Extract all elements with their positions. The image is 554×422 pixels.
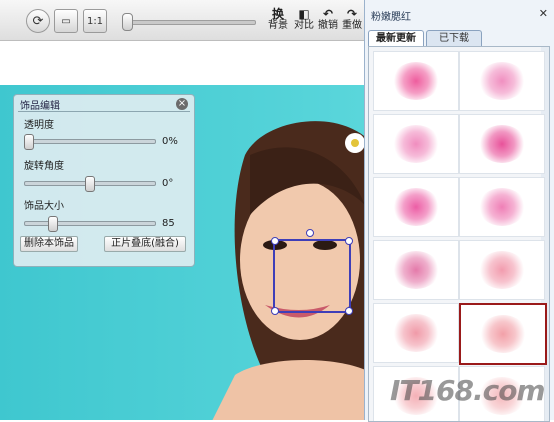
close-icon: ✕ [538,7,548,20]
size-label: 饰品大小 [24,201,64,212]
zoom-slider-track[interactable] [126,20,256,25]
blush-swatch [392,125,440,163]
resize-handle[interactable] [345,237,353,245]
panel-close-button[interactable]: ✕ [539,7,548,20]
resize-handle[interactable] [271,237,279,245]
blush-swatch [478,62,526,100]
blush-swatch [392,62,440,100]
rotation-label: 旋转角度 [24,161,64,172]
blush-swatch [392,251,440,289]
divider [18,111,190,112]
change-background-button[interactable]: 换 背景 [266,8,290,36]
delete-accessory-button[interactable]: 删除本饰品 [20,236,78,252]
redo-label: 重做 [342,20,362,31]
size-slider[interactable] [24,221,156,226]
thumbnail-grid [368,46,550,422]
blush-thumbnail[interactable] [459,51,545,111]
accessory-selection-box[interactable] [271,229,353,315]
close-icon: × [177,98,187,109]
blush-swatch [392,188,440,226]
blush-swatch [478,125,526,163]
opacity-slider-knob[interactable] [24,134,34,150]
redo-button[interactable]: ↷ 重做 [340,8,364,36]
compare-button[interactable]: ◧ 对比 [292,8,316,36]
actual-size-label: 1:1 [86,15,104,27]
blush-thumbnail[interactable] [459,177,545,237]
watermark: IT168.com [390,374,546,407]
blush-thumbnail[interactable] [373,177,459,237]
undo-icon: ↶ [322,7,334,21]
blush-swatch [392,314,440,352]
refresh-icon: ⟳ [32,13,44,29]
blush-thumbnail[interactable] [373,303,459,363]
tab-latest[interactable]: 最新更新 [368,30,424,46]
compare-label: 对比 [294,20,314,31]
blush-swatch [479,315,527,353]
blush-thumbnail[interactable] [459,240,545,300]
undo-button[interactable]: ↶ 撤销 [316,8,340,36]
blush-library-panel: 粉嫩腮红 ✕ 最新更新 已下载 [364,0,554,422]
blush-swatch [478,251,526,289]
tab-downloaded[interactable]: 已下载 [426,30,482,46]
blush-thumbnail[interactable] [459,114,545,174]
accessory-editor-panel: 饰品编辑 × 透明度 0% 旋转角度 0° 饰品大小 85 删除本饰品 正片叠底… [13,94,195,267]
rotate-handle[interactable] [306,229,314,237]
blush-thumbnail[interactable] [373,240,459,300]
panel-title: 粉嫩腮红 [371,12,411,23]
opacity-value: 0% [162,136,178,147]
blush-thumbnail[interactable] [373,51,459,111]
blush-swatch [478,188,526,226]
undo-label: 撤销 [318,20,338,31]
rotation-slider-knob[interactable] [85,176,95,192]
refresh-button[interactable]: ⟳ [26,9,50,33]
actual-size-button[interactable]: 1:1 [83,9,107,33]
monitor-icon: ▭ [61,15,71,27]
opacity-slider[interactable] [24,139,156,144]
resize-handle[interactable] [271,307,279,315]
change-background-label: 背景 [268,20,288,31]
zoom-slider-knob[interactable] [122,13,133,31]
size-value: 85 [162,218,175,229]
monitor-button[interactable]: ▭ [54,9,78,33]
editor-title: 饰品编辑 [20,101,60,112]
opacity-label: 透明度 [24,120,54,131]
redo-icon: ↷ [346,7,358,21]
resize-handle[interactable] [345,307,353,315]
blush-thumbnail[interactable] [373,114,459,174]
compare-icon: ◧ [298,7,310,21]
change-background-icon: 换 [271,7,284,21]
multiply-blend-button[interactable]: 正片叠底(融合) [104,236,186,252]
rotation-value: 0° [162,178,174,189]
blush-thumbnail[interactable] [459,303,547,365]
editor-close-button[interactable]: × [176,98,188,110]
size-slider-knob[interactable] [48,216,59,232]
